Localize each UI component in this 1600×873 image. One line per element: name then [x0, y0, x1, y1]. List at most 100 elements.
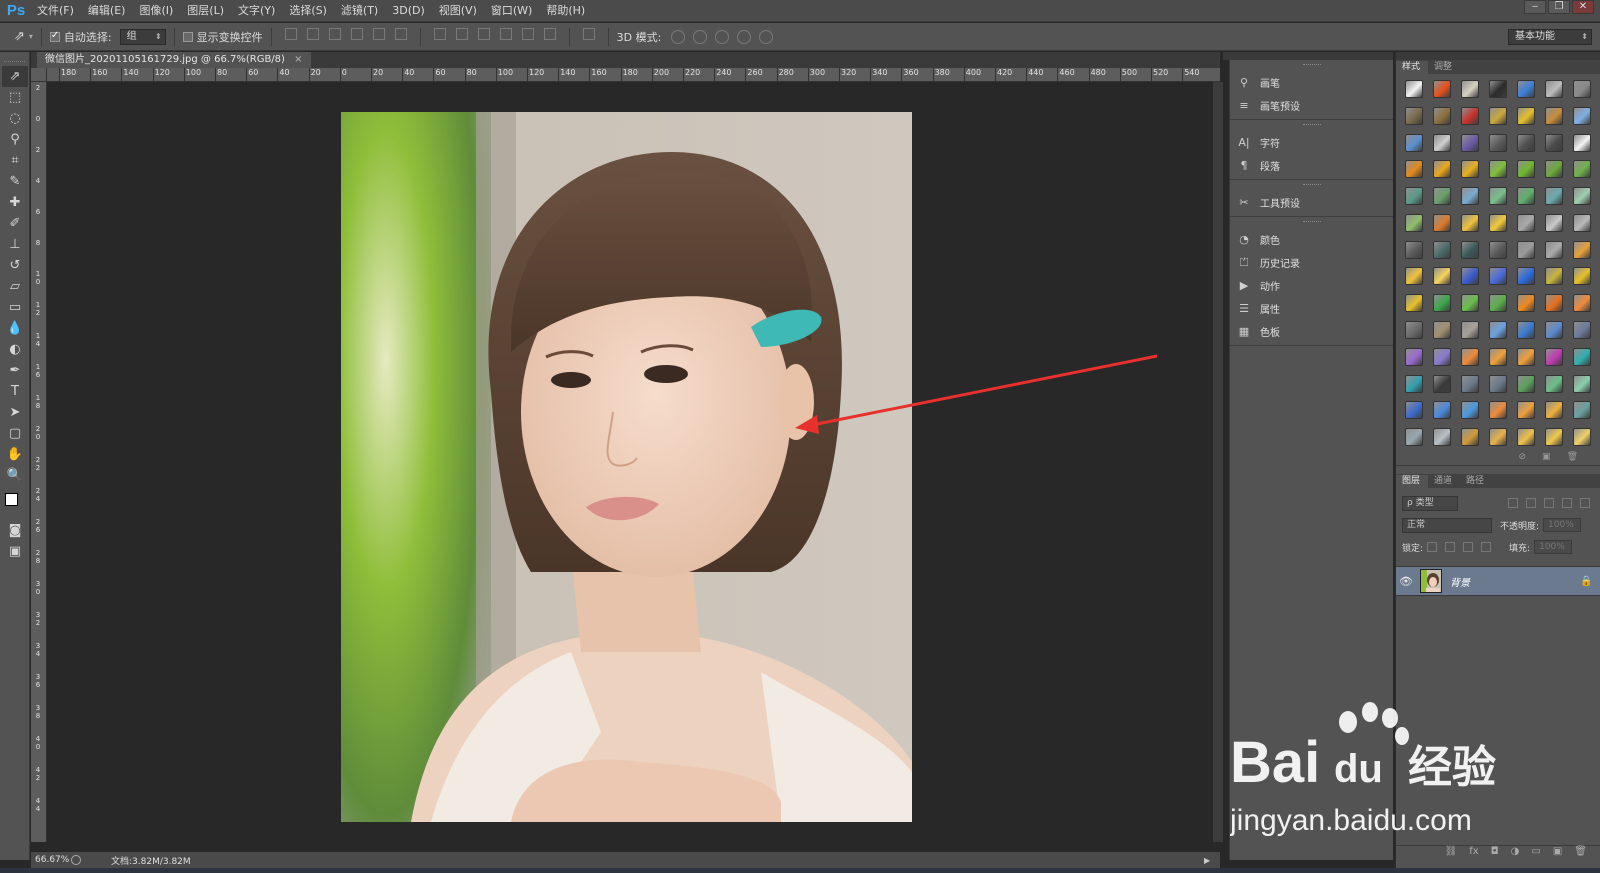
style-swatch[interactable]	[1545, 267, 1563, 286]
style-swatch[interactable]	[1489, 428, 1507, 447]
style-swatch[interactable]	[1545, 80, 1563, 98]
layer-filter-select[interactable]: ρ 类型	[1402, 495, 1458, 511]
filter-pixel-icon[interactable]	[1508, 498, 1518, 508]
horizontal-ruler[interactable]: 180 160 140 120 100 80 60 40 20 0 20 40 60 80 100 120 14…	[47, 68, 1220, 82]
style-swatch[interactable]	[1489, 401, 1507, 420]
vertical-scrollbar[interactable]	[1213, 82, 1223, 842]
align-left-icon[interactable]	[350, 27, 363, 40]
style-swatch[interactable]	[1517, 374, 1535, 393]
align-hcenter-icon[interactable]	[372, 27, 385, 40]
trash-icon[interactable]: 🗑	[1574, 846, 1587, 861]
pen-tool-icon[interactable]: ✒	[2, 360, 28, 381]
hand-tool-icon[interactable]: ✋	[2, 444, 28, 465]
style-swatch[interactable]	[1573, 106, 1591, 125]
zoom-level[interactable]: 66.67%	[31, 855, 71, 865]
style-swatch[interactable]	[1573, 160, 1591, 179]
style-swatch[interactable]	[1517, 187, 1535, 206]
style-swatch[interactable]	[1433, 240, 1451, 259]
vertical-ruler[interactable]: 2 0 2 4 6 8 1 0 1 2 1 4 1 6 1 8 2 0 2 2 2 4 2 6 2 8 3 0 3…	[31, 82, 47, 842]
delete-style-icon[interactable]: 🗑	[1567, 452, 1578, 465]
tool-preset-dropdown-icon[interactable]: ▾	[29, 32, 33, 41]
move-tool-icon[interactable]: ⇗	[14, 29, 25, 44]
type-tool-icon[interactable]: T	[2, 381, 28, 402]
style-swatch[interactable]	[1545, 294, 1563, 313]
style-swatch[interactable]	[1573, 428, 1591, 447]
style-swatch[interactable]	[1517, 428, 1535, 447]
3d-roll-icon[interactable]	[693, 29, 708, 44]
style-swatch[interactable]	[1433, 106, 1451, 125]
style-swatch[interactable]	[1489, 347, 1507, 366]
style-swatch[interactable]	[1461, 133, 1479, 152]
path-selection-tool-icon[interactable]: ➤	[2, 402, 28, 423]
healing-brush-tool-icon[interactable]: ✚	[2, 192, 28, 213]
screen-mode-icon[interactable]: ▣	[2, 541, 28, 562]
distribute-hcenter-icon[interactable]	[521, 27, 534, 40]
fx-icon[interactable]: fx	[1469, 846, 1478, 861]
menu-item-10[interactable]: 帮助(H)	[539, 0, 592, 22]
distribute-top-icon[interactable]	[433, 27, 446, 40]
style-swatch[interactable]	[1405, 187, 1423, 206]
style-swatch[interactable]	[1573, 240, 1591, 259]
style-swatch[interactable]	[1461, 321, 1479, 340]
3d-scale-icon[interactable]	[759, 29, 774, 44]
style-swatch[interactable]	[1545, 213, 1563, 232]
clone-stamp-tool-icon[interactable]: ⊥	[2, 234, 28, 255]
menu-item-0[interactable]: 文件(F)	[30, 0, 81, 22]
panel-button-tool-presets[interactable]: ✂ 工具预设	[1230, 191, 1393, 214]
shape-tool-icon[interactable]: ▢	[2, 423, 28, 444]
layer-name[interactable]: 背景	[1450, 574, 1580, 589]
style-swatch[interactable]	[1433, 374, 1451, 393]
filter-smart-object-icon[interactable]	[1580, 498, 1590, 508]
tab-layers[interactable]: 图层	[1396, 475, 1429, 488]
lock-image-icon[interactable]	[1445, 542, 1456, 552]
style-swatch[interactable]	[1517, 240, 1535, 259]
style-swatch[interactable]	[1433, 187, 1451, 206]
crop-tool-icon[interactable]: ⌗	[2, 150, 28, 171]
fill-input[interactable]: 100%	[1534, 540, 1573, 554]
style-swatch[interactable]	[1461, 374, 1479, 393]
style-swatch[interactable]	[1545, 428, 1563, 447]
menu-item-1[interactable]: 编辑(E)	[81, 0, 133, 22]
style-swatch[interactable]	[1433, 213, 1451, 232]
panel-button-character[interactable]: A| 字符	[1230, 131, 1393, 154]
style-swatch[interactable]	[1433, 321, 1451, 340]
style-swatch[interactable]	[1433, 347, 1451, 366]
distribute-right-icon[interactable]	[543, 27, 556, 40]
auto-select-checkbox[interactable]	[49, 30, 60, 42]
style-swatch[interactable]	[1545, 401, 1563, 420]
style-swatch[interactable]	[1573, 401, 1591, 420]
menu-item-6[interactable]: 滤镜(T)	[334, 0, 385, 22]
workspace-switcher[interactable]: 基本功能	[1508, 28, 1592, 45]
style-swatch[interactable]	[1517, 213, 1535, 232]
style-swatch[interactable]	[1461, 213, 1479, 232]
style-swatch[interactable]	[1405, 267, 1423, 286]
menu-item-9[interactable]: 窗口(W)	[484, 0, 539, 22]
style-swatch[interactable]	[1433, 160, 1451, 179]
status-menu-arrow-icon[interactable]: ▶	[1204, 856, 1220, 865]
panel-button-actions[interactable]: ▶ 动作	[1230, 274, 1393, 297]
style-swatch[interactable]	[1405, 106, 1423, 125]
style-swatch[interactable]	[1489, 213, 1507, 232]
menu-item-7[interactable]: 3D(D)	[385, 0, 432, 22]
style-swatch[interactable]	[1517, 401, 1535, 420]
lock-transparent-icon[interactable]	[1427, 542, 1438, 552]
style-swatch[interactable]	[1461, 160, 1479, 179]
eraser-tool-icon[interactable]: ▱	[2, 276, 28, 297]
panel-button-paragraph[interactable]: ¶ 段落	[1230, 154, 1393, 177]
tab-styles[interactable]: 样式	[1396, 61, 1429, 74]
panel-button-brush[interactable]: ⚲ 画笔	[1230, 71, 1393, 94]
tab-paths[interactable]: 路径	[1460, 475, 1492, 488]
style-swatch[interactable]	[1573, 321, 1591, 340]
tab-channels[interactable]: 通道	[1428, 475, 1460, 488]
style-swatch[interactable]	[1405, 374, 1423, 393]
restore-button[interactable]: ❐	[1548, 0, 1570, 14]
eyedropper-tool-icon[interactable]: ✎	[2, 171, 28, 192]
history-brush-tool-icon[interactable]: ↺	[2, 255, 28, 276]
brush-tool-icon[interactable]: ✐	[2, 213, 28, 234]
style-swatch[interactable]	[1405, 294, 1423, 313]
style-swatch[interactable]	[1433, 401, 1451, 420]
menu-item-5[interactable]: 选择(S)	[282, 0, 334, 22]
style-swatch[interactable]	[1573, 213, 1591, 232]
3d-slide-icon[interactable]	[737, 29, 752, 44]
style-swatch[interactable]	[1489, 374, 1507, 393]
